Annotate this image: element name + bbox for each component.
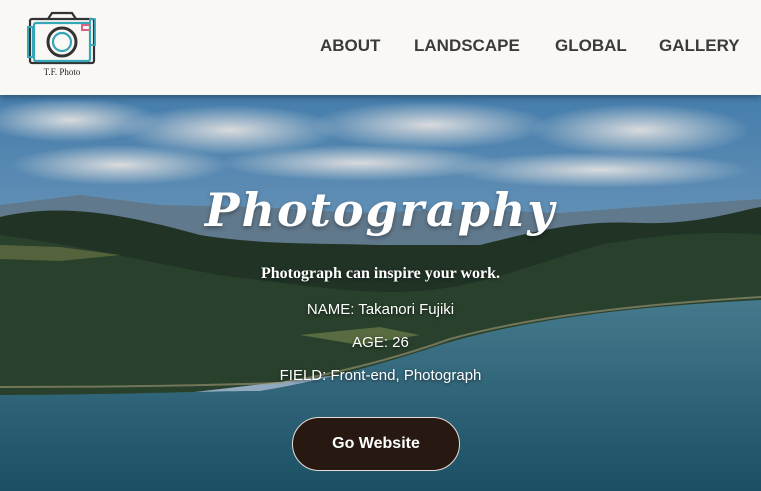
site-header: T.F. Photo ABOUT LANDSCAPE GLOBAL GALLER… bbox=[0, 0, 761, 95]
profile-age: AGE: 26 bbox=[352, 334, 409, 351]
profile-field: FIELD: Front-end, Photograph bbox=[279, 367, 482, 384]
nav-global[interactable]: GLOBAL bbox=[555, 36, 627, 56]
hero-tagline: Photograph can inspire your work. bbox=[261, 265, 500, 282]
camera-icon bbox=[27, 11, 96, 65]
hero-title: Photography bbox=[204, 183, 557, 237]
nav-about[interactable]: ABOUT bbox=[320, 36, 380, 56]
nav-gallery[interactable]: GALLERY bbox=[659, 36, 740, 56]
go-website-button[interactable]: Go Website bbox=[292, 417, 460, 471]
site-logo[interactable]: T.F. Photo bbox=[26, 11, 98, 79]
profile-name: NAME: Takanori Fujiki bbox=[306, 301, 455, 318]
logo-text: T.F. Photo bbox=[43, 67, 81, 77]
nav-landscape[interactable]: LANDSCAPE bbox=[414, 36, 520, 56]
hero-section: Photography Photograph can inspire your … bbox=[0, 95, 761, 491]
